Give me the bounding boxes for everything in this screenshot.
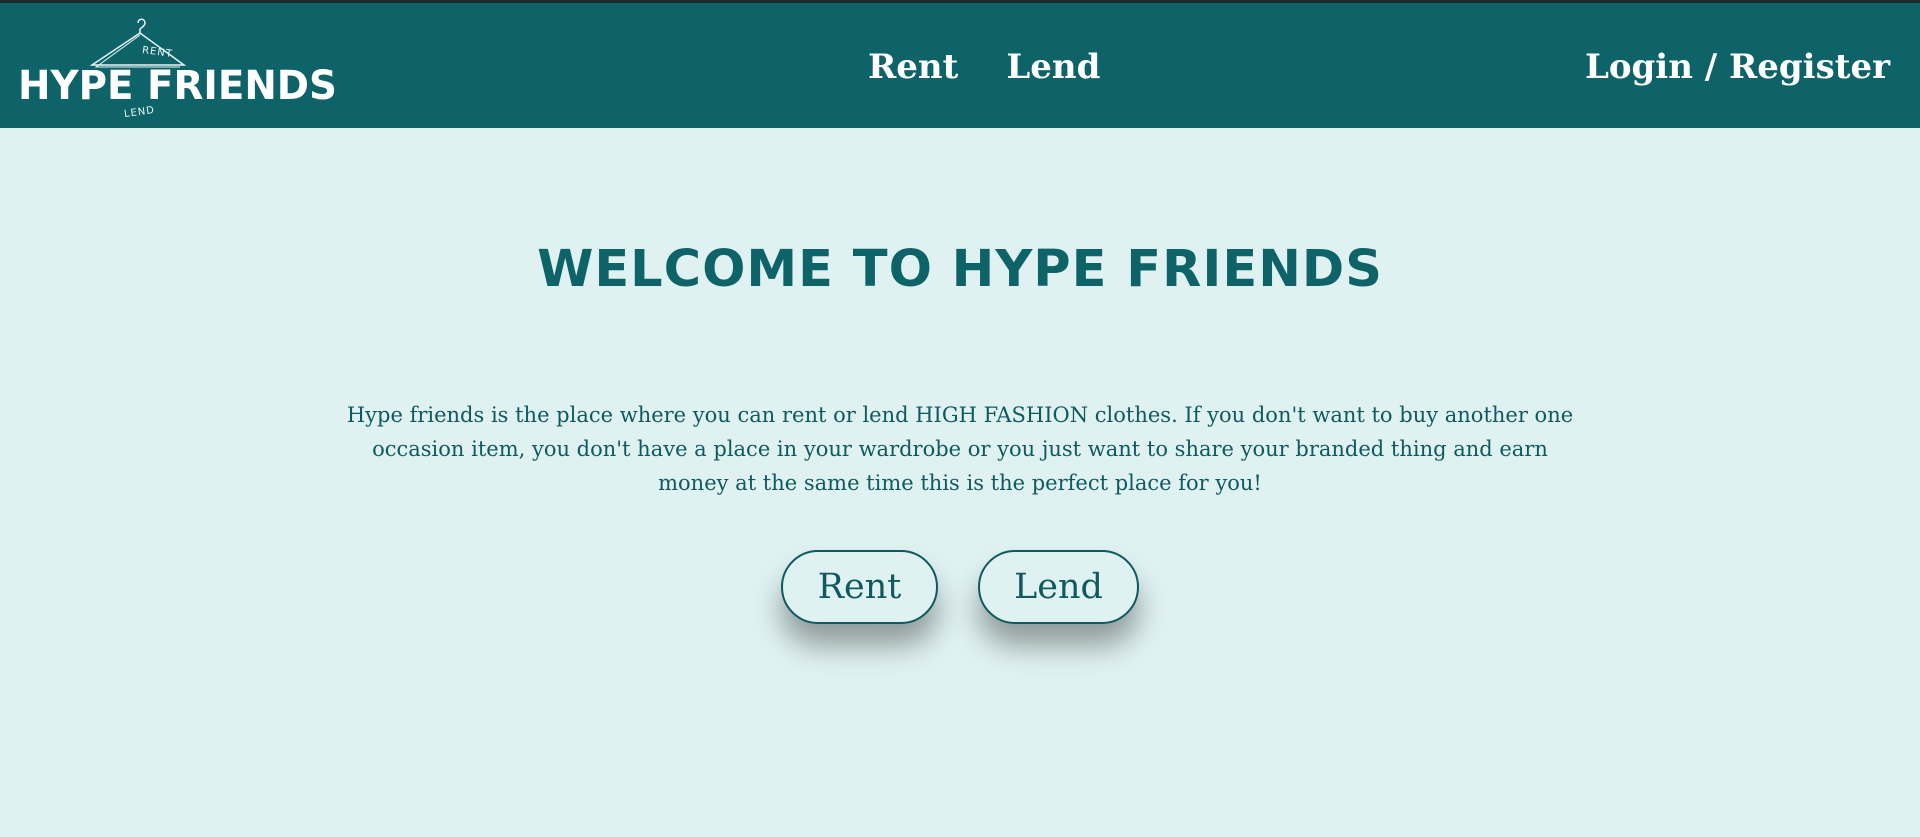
main-nav: Rent Lend — [868, 47, 1100, 87]
nav-link-rent[interactable]: Rent — [868, 47, 958, 87]
brand-logo[interactable]: RENT HYPE FRIENDS LEND — [18, 13, 337, 121]
hero-description: Hype friends is the place where you can … — [346, 403, 1574, 495]
nav-link-lend[interactable]: Lend — [1006, 47, 1100, 87]
page-title: WELCOME TO HYPE FRIENDS — [537, 240, 1383, 299]
navbar: RENT HYPE FRIENDS LEND Rent Lend Login /… — [0, 3, 1920, 128]
rent-button[interactable]: Rent — [781, 550, 938, 624]
brand-name: HYPE FRIENDS — [18, 63, 337, 109]
hero-section: WELCOME TO HYPE FRIENDS Hype friends is … — [0, 128, 1920, 837]
lend-button[interactable]: Lend — [978, 550, 1139, 624]
cta-buttons: Rent Lend — [0, 550, 1920, 624]
login-register-link[interactable]: Login / Register — [1585, 47, 1890, 87]
